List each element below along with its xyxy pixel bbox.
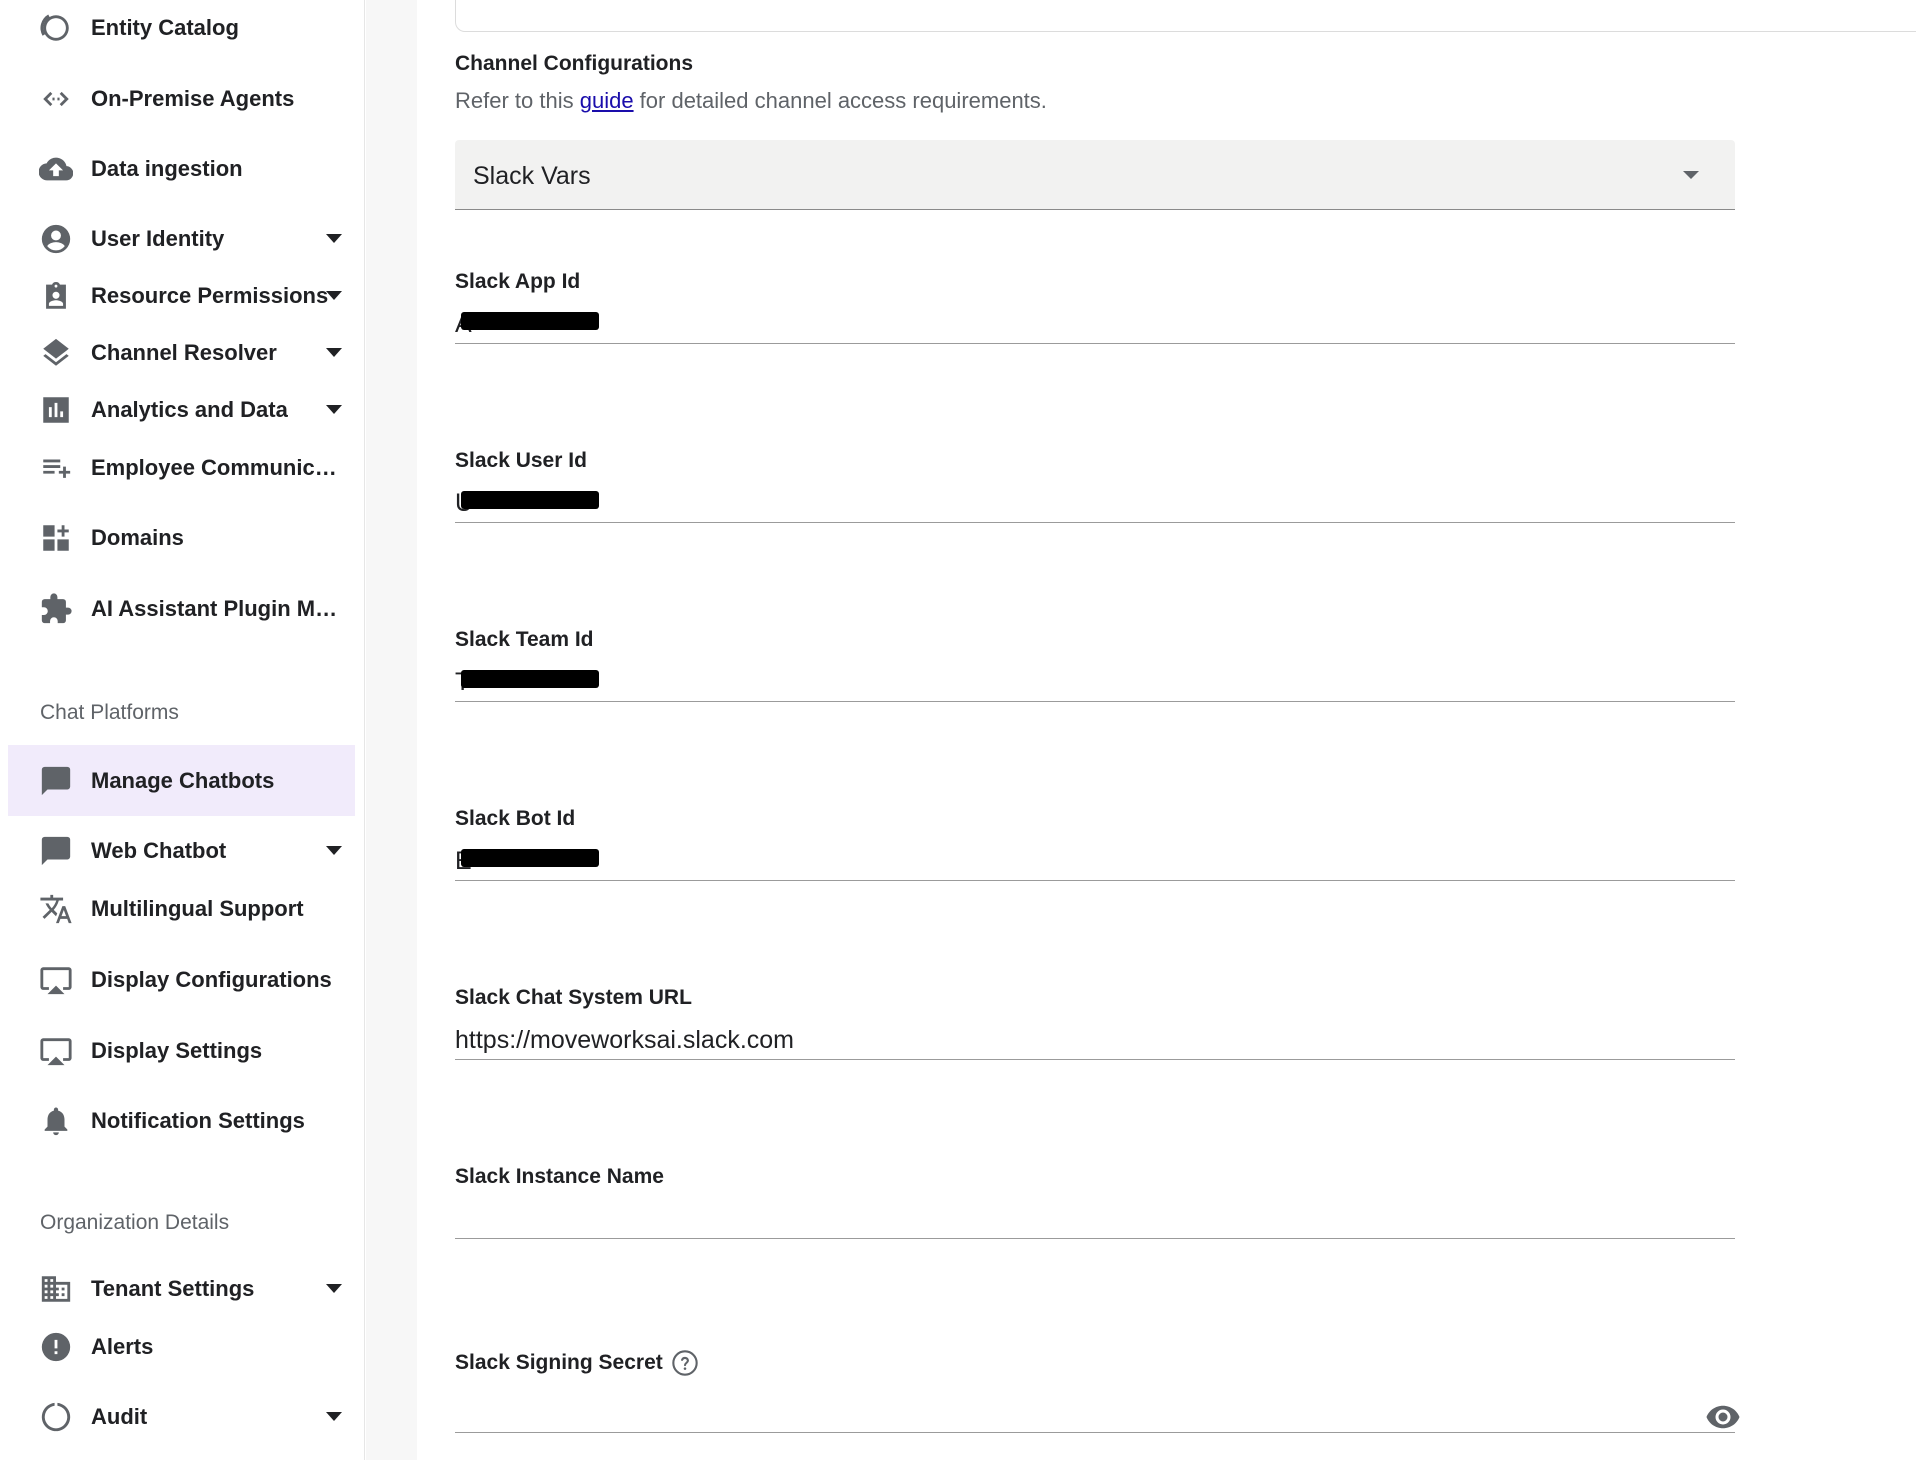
previous-card [455, 0, 1916, 32]
sidebar-item-label: User Identity [91, 226, 225, 251]
airplay-icon [38, 962, 74, 998]
sidebar-item-audit[interactable]: Audit [8, 1382, 355, 1452]
slack-chat-system-url-input[interactable]: https://moveworksai.slack.com [455, 1016, 1735, 1060]
sidebar-item-alerts[interactable]: Alerts [8, 1312, 355, 1382]
sidebar-item-label: Alerts [91, 1334, 154, 1359]
guide-link[interactable]: guide [580, 88, 634, 113]
slack-user-id-input[interactable]: U [455, 479, 1735, 523]
sidebar-item-label: Data ingestion [91, 156, 243, 181]
channel-configurations-description: Refer to this guide for detailed channel… [455, 88, 1047, 114]
slack-instance-name-input[interactable] [455, 1195, 1735, 1239]
entity-catalog-icon [38, 10, 74, 46]
sidebar-item-on-premise-agents[interactable]: On-Premise Agents [8, 64, 355, 134]
chat-bubble-icon [38, 833, 74, 869]
chevron-down-icon[interactable] [326, 1284, 342, 1293]
sidebar-item-label: Entity Catalog [91, 15, 239, 40]
sidebar-item-label: AI Assistant Plugin M… [91, 596, 338, 621]
sidebar-item-label: Tenant Settings [91, 1276, 255, 1301]
select-value: Slack Vars [473, 162, 591, 190]
field-label: Slack Team Id [455, 628, 594, 651]
sidebar-item-entity-catalog[interactable]: Entity Catalog [8, 0, 355, 63]
field-label: Slack Signing Secret [455, 1351, 663, 1374]
sidebar-item-label: Domains [91, 525, 184, 550]
sidebar-item-label: Display Configurations [91, 967, 332, 992]
main-content: Channel Configurations Refer to this gui… [417, 0, 1916, 1460]
sidebar-item-multilingual-support[interactable]: Multilingual Support [8, 874, 355, 944]
sidebar-item-label: Notification Settings [91, 1108, 305, 1133]
audit-circle-icon [38, 1399, 74, 1435]
chat-bubble-icon [38, 763, 74, 799]
sidebar-item-notification-settings[interactable]: Notification Settings [8, 1086, 355, 1156]
field-value: https://moveworksai.slack.com [455, 1026, 794, 1054]
sidebar-item-label: Audit [91, 1404, 148, 1429]
redaction-mark [461, 312, 599, 330]
sidebar-item-data-ingestion[interactable]: Data ingestion [8, 134, 355, 204]
field-label: Slack User Id [455, 449, 587, 472]
sidebar-item-ai-assistant-plugin[interactable]: AI Assistant Plugin M… [8, 574, 355, 644]
field-label: Slack App Id [455, 270, 581, 293]
redaction-mark [461, 670, 599, 688]
sidebar-item-employee-communications[interactable]: Employee Communic… [8, 433, 355, 503]
sidebar-item-display-settings[interactable]: Display Settings [8, 1016, 355, 1086]
channel-configurations-title: Channel Configurations [455, 52, 693, 75]
slack-bot-id-input[interactable]: E [455, 837, 1735, 881]
redaction-mark [461, 491, 599, 509]
channel-vars-select[interactable]: Slack Vars [455, 140, 1735, 210]
help-circle-icon[interactable] [671, 1349, 699, 1377]
sidebar-item-label: Manage Chatbots [91, 767, 275, 793]
playlist-add-icon [38, 450, 74, 486]
sidebar-item-label: Resource Permissions [91, 283, 329, 308]
slack-signing-secret-input[interactable] [455, 1385, 1740, 1433]
sidebar-item-label: Employee Communic… [91, 455, 337, 480]
airplay-icon [38, 1033, 74, 1069]
app-root: Entity Catalog On-Premise Agents Data in… [0, 0, 1916, 1460]
field-label: Slack Bot Id [455, 807, 576, 830]
sidebar-item-display-configurations[interactable]: Display Configurations [8, 945, 355, 1015]
sidebar-item-label: Analytics and Data [91, 397, 288, 422]
translate-icon [38, 891, 74, 927]
sidebar-item-domains[interactable]: Domains [8, 503, 355, 573]
sidebar-item-label: Multilingual Support [91, 896, 304, 921]
cloud-upload-icon [38, 151, 74, 187]
code-arrows-icon [38, 81, 74, 117]
sidebar-item-label: Channel Resolver [91, 340, 277, 365]
redaction-mark [461, 849, 599, 867]
visibility-eye-icon[interactable] [1705, 1399, 1741, 1435]
description-text-after: for detailed channel access requirements… [633, 88, 1047, 113]
extension-icon [38, 591, 74, 627]
chevron-down-icon[interactable] [326, 405, 342, 414]
bar-chart-icon [38, 392, 74, 428]
description-text-before: Refer to this [455, 88, 580, 113]
sidebar-item-label: On-Premise Agents [91, 86, 295, 111]
sidebar-item-label: Web Chatbot [91, 838, 227, 863]
sidebar-item-manage-chatbots[interactable]: Manage Chatbots [8, 745, 355, 816]
sidebar-item-label: Display Settings [91, 1038, 263, 1063]
sidebar: Entity Catalog On-Premise Agents Data in… [0, 0, 365, 1460]
slack-app-id-input[interactable]: A [455, 300, 1735, 344]
chevron-down-icon[interactable] [326, 348, 342, 357]
slack-team-id-input[interactable]: T [455, 658, 1735, 702]
content-gutter [366, 0, 417, 1460]
chevron-down-icon[interactable] [326, 291, 342, 300]
chevron-down-icon[interactable] [326, 1412, 342, 1421]
chevron-down-icon[interactable] [326, 234, 342, 243]
badge-icon [38, 278, 74, 314]
section-header-organization-details: Organization Details [40, 1211, 230, 1234]
chevron-down-icon[interactable] [326, 846, 342, 855]
field-label: Slack Instance Name [455, 1165, 664, 1188]
dashboard-customize-icon [38, 520, 74, 556]
section-header-chat-platforms: Chat Platforms [40, 701, 179, 724]
field-label: Slack Chat System URL [455, 986, 692, 1009]
building-icon [38, 1271, 74, 1307]
bell-icon [38, 1103, 74, 1139]
layers-icon [38, 335, 74, 371]
account-circle-icon [38, 221, 74, 257]
dropdown-arrow-icon [1683, 171, 1699, 179]
alert-icon [38, 1329, 74, 1365]
